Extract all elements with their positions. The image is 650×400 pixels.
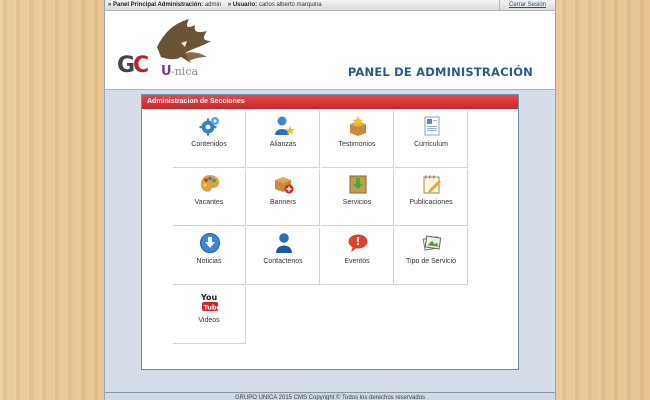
section-label: Eventos — [344, 258, 370, 265]
palette-icon — [200, 175, 220, 192]
svg-text:You: You — [200, 293, 218, 302]
download-circle-icon — [200, 233, 220, 253]
section-tile-vacantes[interactable]: Vacantes — [173, 169, 246, 226]
logout-link[interactable]: Cerrar Sesión — [499, 0, 555, 11]
section-tile-contenidos[interactable]: Contenidos — [173, 111, 246, 168]
speech-bubble-icon — [348, 234, 368, 252]
section-label: Vacantes — [194, 199, 224, 206]
user-star-icon — [275, 116, 295, 135]
photos-icon — [422, 235, 442, 251]
page-title: PANEL DE ADMINISTRACIÓN — [347, 65, 533, 79]
footer: GRUPO UNICA 2015 CMS Copyright © Todos l… — [105, 392, 555, 400]
user-label: » Usuario: — [227, 2, 258, 8]
section-tile-publicaciones[interactable]: Publicaciones — [395, 169, 468, 226]
section-tile-testimonios[interactable]: Testimonios — [321, 111, 394, 168]
user-name: carlos alberto marquina — [258, 2, 322, 8]
notepad-pencil-icon — [423, 175, 441, 194]
svg-text:Tube: Tube — [204, 304, 222, 312]
person-icon — [276, 233, 292, 253]
section-tile-servicios[interactable]: Servicios — [321, 169, 394, 226]
unica-logo-icon[interactable]: G C U -nica — [115, 17, 225, 83]
section-tile-videos[interactable]: You Tube Videos — [173, 287, 246, 344]
svg-text:-nica: -nica — [171, 65, 198, 78]
section-label: Contactenos — [263, 258, 303, 265]
section-tile-alianzas[interactable]: Alianzas — [247, 111, 320, 168]
section-tile-contactenos[interactable]: Contactenos — [247, 228, 320, 285]
gears-icon — [199, 117, 219, 136]
section-label: Tipo de Servicio — [406, 258, 456, 265]
youtube-icon: You Tube — [200, 293, 222, 312]
section-label: Publicaciones — [409, 199, 453, 206]
section-tile-eventos[interactable]: Eventos — [321, 228, 394, 285]
content-area: Administracion de Secciones Contenidos A… — [105, 90, 555, 392]
section-label: Alianzas — [269, 141, 297, 148]
section-tile-curriculum[interactable]: Curriculum — [395, 111, 468, 168]
section-label: Noticias — [196, 258, 222, 265]
sections-panel-title: Administracion de Secciones — [142, 95, 518, 109]
box-star-icon — [350, 116, 366, 136]
section-label: Videos — [198, 317, 220, 324]
sections-panel: Administracion de Secciones Contenidos A… — [141, 94, 519, 370]
section-label: Contenidos — [191, 141, 227, 148]
svg-text:U: U — [161, 64, 172, 79]
header: G C U -nica PANEL DE ADMINISTRACIÓN — [105, 11, 555, 90]
panel-label: » Panel Principal Administración: — [108, 2, 204, 8]
section-tile-banners[interactable]: Banners — [247, 169, 320, 226]
section-label: Servicios — [342, 199, 372, 206]
download-box-icon — [349, 175, 367, 194]
section-label: Curriculum — [414, 141, 448, 148]
box-add-icon — [275, 177, 294, 194]
svg-text:C: C — [133, 53, 149, 78]
document-icon — [424, 116, 440, 136]
section-tile-noticias[interactable]: Noticias — [173, 228, 246, 285]
panel-user: admin — [204, 2, 222, 8]
section-label: Testimonios — [338, 141, 376, 148]
section-label: Banners — [269, 199, 297, 206]
main-frame: » Panel Principal Administración: admin … — [104, 0, 556, 400]
section-tile-tipo-de-servicio[interactable]: Tipo de Servicio — [395, 228, 468, 285]
top-status-bar: » Panel Principal Administración: admin … — [105, 0, 555, 11]
